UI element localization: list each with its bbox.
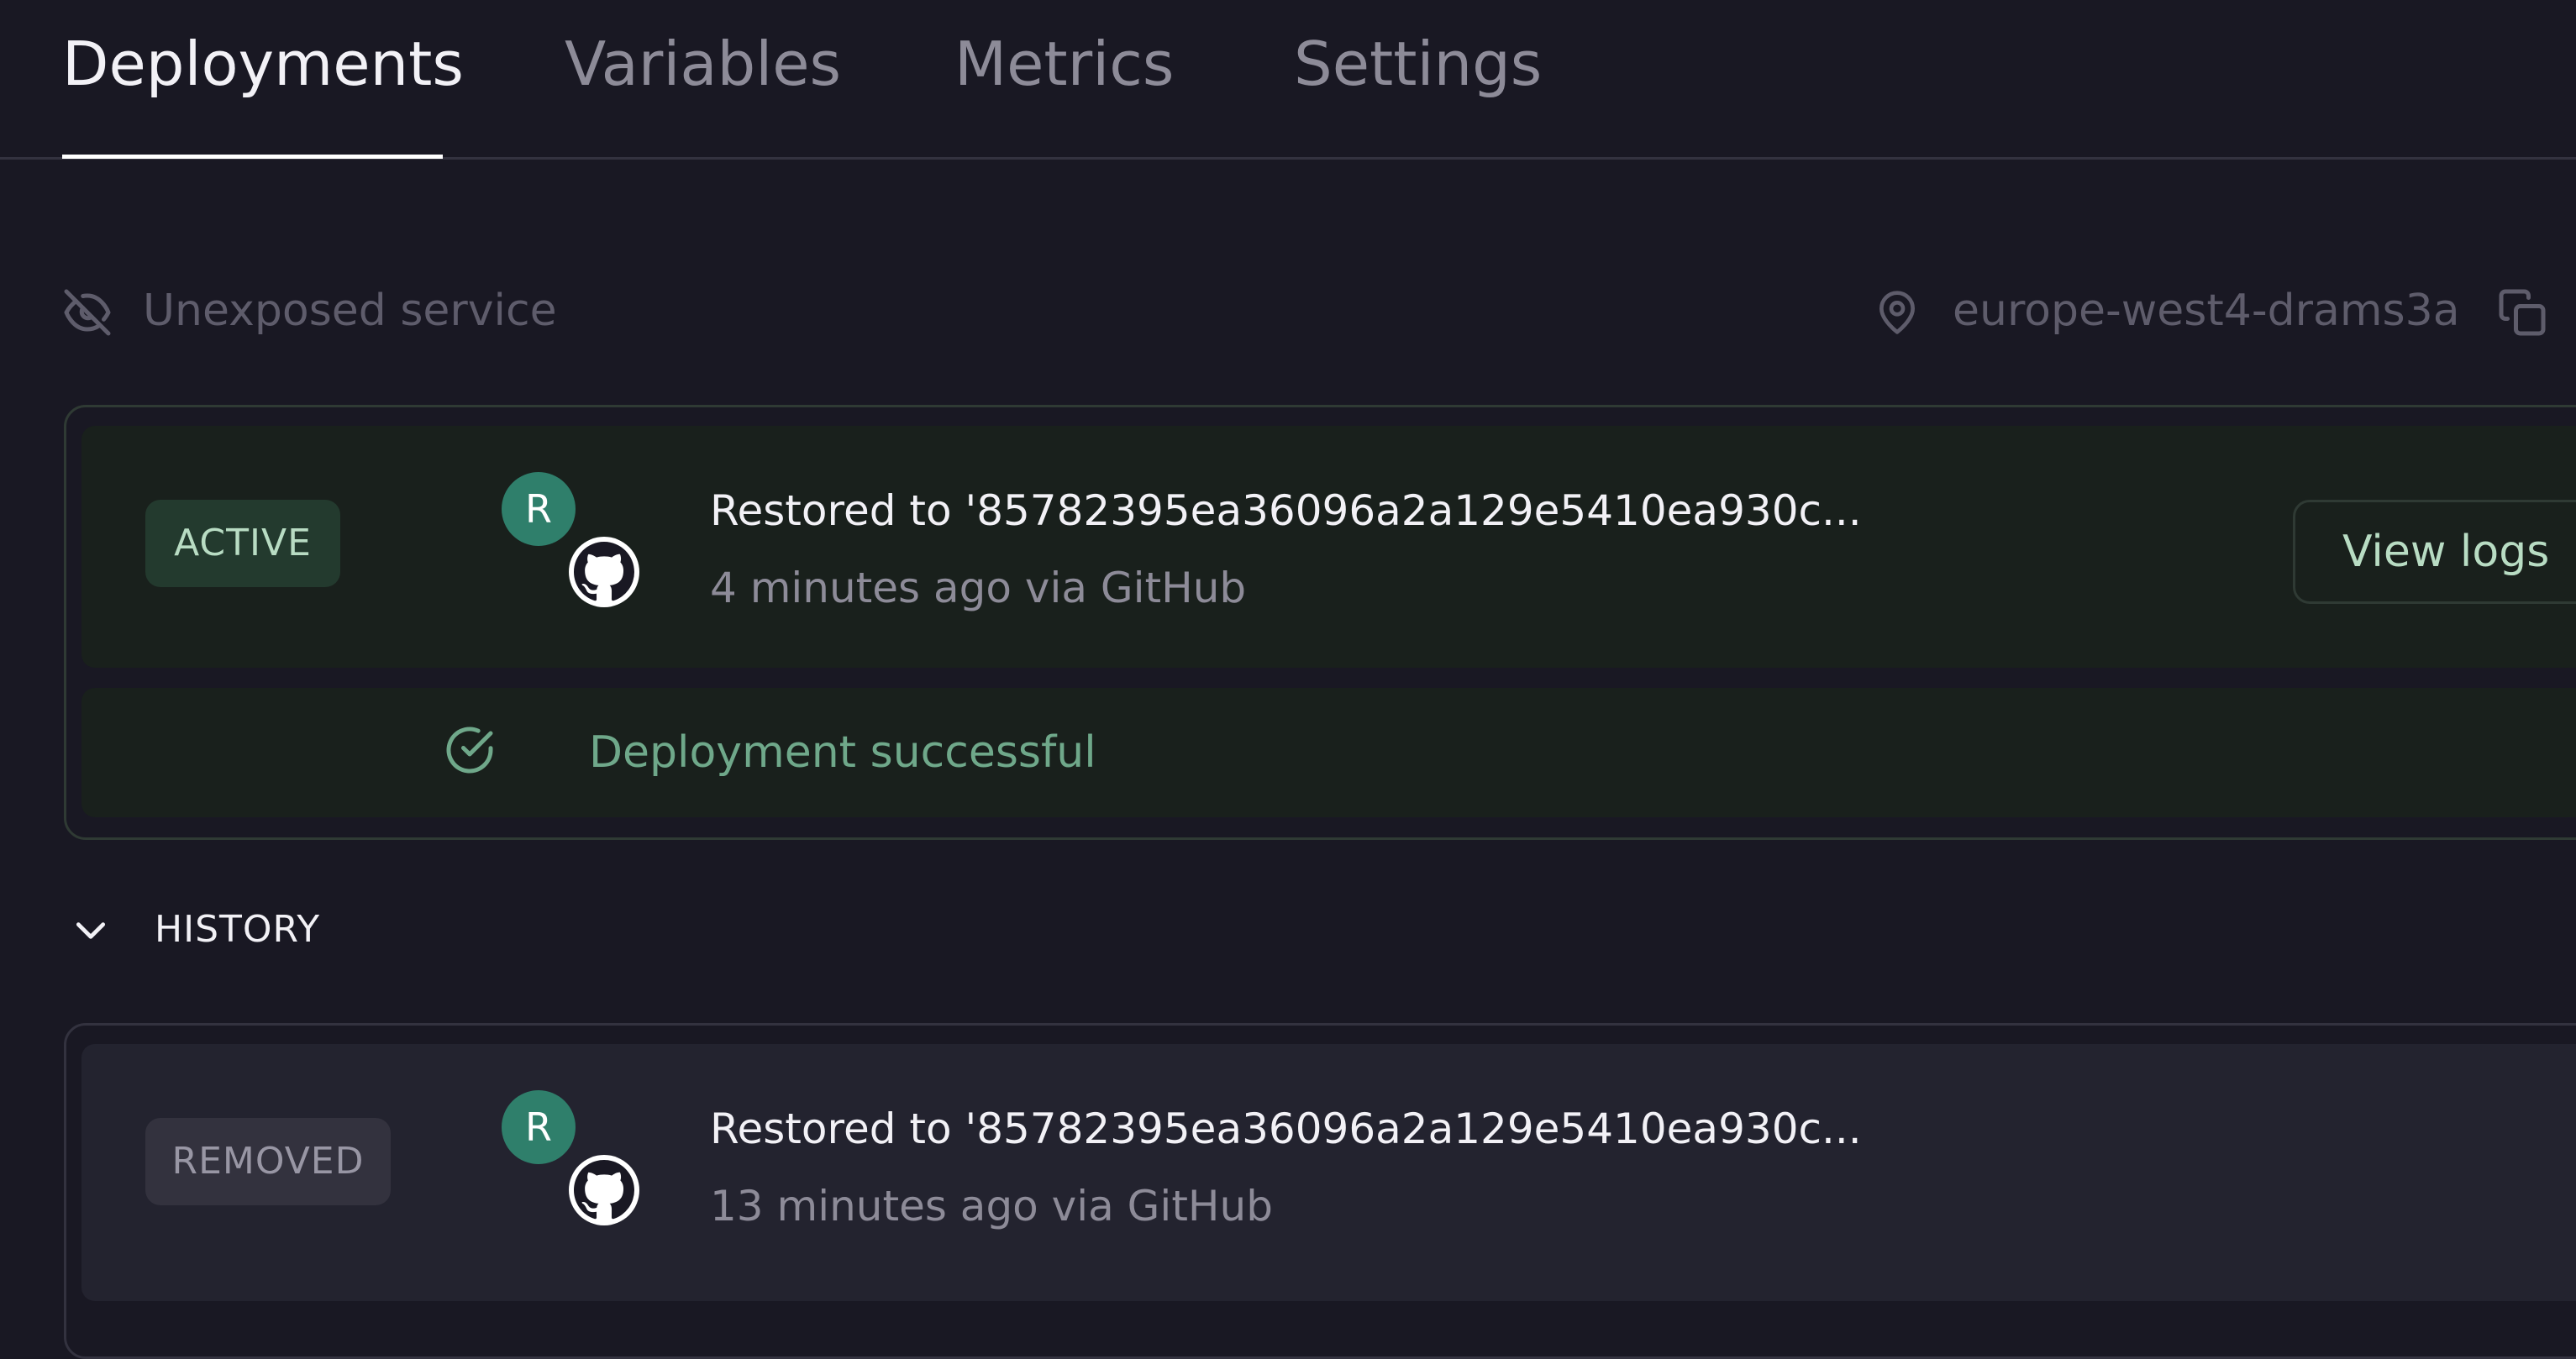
commit-title: Restored to '85782395ea36096a2a129e5410e…: [710, 486, 1862, 535]
chevron-down-icon: [76, 922, 106, 939]
deployment-meta: 13 minutes ago via GitHub: [710, 1182, 1273, 1230]
tab-metrics[interactable]: Metrics: [954, 29, 1174, 129]
tab-settings[interactable]: Settings: [1294, 29, 1542, 129]
service-region: europe-west4-drams3a: [1874, 277, 2576, 344]
avatar: R: [502, 472, 576, 546]
check-circle-icon: [446, 727, 493, 774]
history-label: HISTORY: [155, 908, 321, 951]
history-item[interactable]: REMOVED R Restored to '85782395ea36096a2…: [64, 1023, 2576, 1359]
tab-deployments[interactable]: Deployments: [62, 29, 464, 129]
status-message: Deployment successful: [589, 727, 1096, 778]
region-label: europe-west4-drams3a: [1953, 286, 2460, 336]
github-icon: [569, 537, 639, 607]
active-tab-indicator: [62, 155, 443, 159]
deployment-meta: 4 minutes ago via GitHub: [710, 564, 1247, 612]
status-badge: ACTIVE: [145, 500, 340, 587]
map-pin-icon: [1879, 291, 1915, 334]
deployment-status-row: Deployment successful: [81, 688, 2576, 817]
eye-off-icon: [64, 289, 111, 336]
service-exposure: Unexposed service: [62, 277, 600, 344]
service-exposure-label: Unexposed service: [143, 286, 557, 336]
active-deployment-card[interactable]: ACTIVE R Restored to '85782395ea36096a2a…: [64, 405, 2576, 840]
status-badge: REMOVED: [145, 1118, 391, 1205]
copy-icon[interactable]: [2497, 287, 2547, 338]
deployment-summary[interactable]: ACTIVE R Restored to '85782395ea36096a2a…: [81, 426, 2576, 668]
avatar: R: [502, 1090, 576, 1164]
github-icon: [569, 1155, 639, 1225]
view-logs-button[interactable]: View logs: [2293, 500, 2576, 604]
tab-bar: Deployments Variables Metrics Settings: [0, 0, 2576, 160]
deployment-summary[interactable]: REMOVED R Restored to '85782395ea36096a2…: [81, 1044, 2576, 1301]
commit-title: Restored to '85782395ea36096a2a129e5410e…: [710, 1105, 1862, 1153]
tab-variables[interactable]: Variables: [565, 29, 841, 129]
